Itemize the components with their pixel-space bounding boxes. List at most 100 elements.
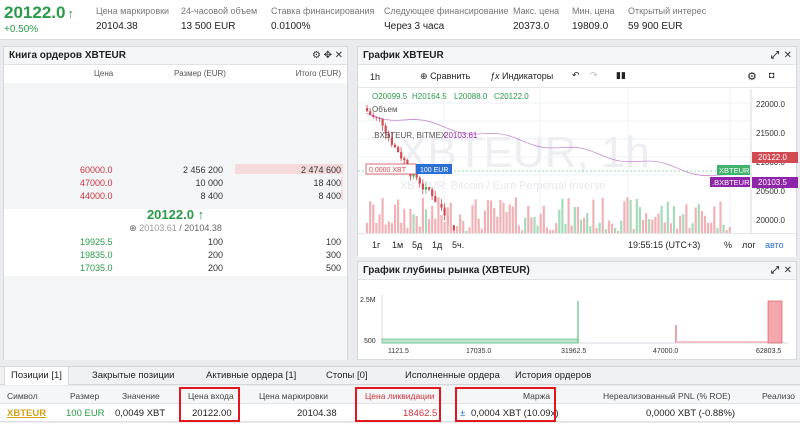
highlight-margin: [455, 387, 556, 422]
depth-chart-panel: График глубины рынка (XBTEUR) ⤢ ✕ 2.5M 50…: [357, 261, 797, 360]
ask-row[interactable]: 44000.0 8 400 8 400: [4, 190, 347, 202]
th-unrealized-pnl: Нереализованный PNL (% ROE): [603, 391, 731, 401]
chart-watermark-sub: XBTEUR: Bitcoin / Euro Perpetual Inverse: [400, 180, 605, 192]
candle-body: [393, 144, 397, 148]
stat-funding-rate: Ставка финансирования 0.0100%: [271, 6, 375, 32]
camera-icon[interactable]: ◘: [769, 70, 774, 80]
range-5d[interactable]: 5д: [412, 240, 422, 250]
volume-bar: [502, 202, 505, 237]
orderbook-last-price: 20122.0 ↑: [146, 207, 205, 222]
price-tick: 21500.0: [756, 129, 785, 138]
close-icon[interactable]: ✕: [784, 47, 792, 65]
volume-bar: [369, 201, 372, 237]
col-price: Цена: [94, 69, 114, 78]
tab-order-history[interactable]: История ордеров: [515, 367, 591, 385]
volume-bar: [626, 197, 629, 237]
ohlc-close: C20122.0: [494, 92, 529, 101]
price-tick: 22000.0: [756, 100, 785, 109]
depth-bar: [341, 190, 343, 200]
ask-depth-wall: [767, 300, 783, 344]
price-change: +0.50%: [4, 24, 39, 35]
fx-icon: ƒx: [490, 71, 500, 81]
bid-row[interactable]: 19835.0 200 300: [4, 249, 347, 261]
expand-icon[interactable]: ⤢: [771, 47, 779, 65]
ask-row[interactable]: 60000.0 2 456 200 2 474 600: [4, 164, 347, 176]
range-1m[interactable]: 1м: [392, 240, 403, 250]
stat-volume: 24-часовой объем 13 500 EUR: [181, 6, 258, 32]
close-icon[interactable]: ✕: [784, 262, 792, 280]
close-icon[interactable]: ✕: [335, 47, 343, 65]
tab-closed-positions[interactable]: Закрытые позиции: [92, 367, 174, 385]
drag-icon[interactable]: ✥: [324, 47, 332, 65]
tab-positions[interactable]: Позиции [1]: [4, 367, 69, 385]
volume-bar: [449, 202, 452, 237]
candle-body: [428, 187, 431, 190]
volume-bar: [635, 198, 638, 237]
volume-bar: [623, 201, 626, 237]
redo-icon[interactable]: ↷: [590, 70, 598, 81]
index-legend: .BXBTEUR, BITMEX: [372, 131, 447, 140]
range-1y[interactable]: 1г: [372, 240, 380, 250]
bid-row[interactable]: 19925.5 100 100: [4, 236, 347, 248]
log-toggle[interactable]: лог: [742, 240, 756, 250]
ohlc-open: O20099.5: [372, 92, 408, 101]
stat-mark-price: Цена маркировки 20104.38: [96, 6, 170, 32]
undo-icon[interactable]: ↶: [572, 70, 580, 81]
candle-body: [434, 196, 437, 203]
depth-bar: [341, 177, 343, 187]
tab-stops[interactable]: Стопы [0]: [326, 367, 368, 385]
price-chart-panel: График XBTEUR ⤢ ✕ 1h ⊕ Сравнить ƒx Индик…: [357, 46, 798, 257]
volume-bar: [629, 199, 632, 237]
bids-empty-area: [4, 276, 347, 360]
auto-toggle[interactable]: авто: [765, 240, 784, 250]
volume-bar: [490, 200, 493, 237]
depth-y-tick: 500: [364, 338, 376, 345]
volume-bar: [486, 200, 490, 237]
depth-y-tick: 2.5M: [360, 297, 376, 304]
price-chart-canvas[interactable]: XBTEUR, 1hXBTEUR: Bitcoin / Euro Perpetu…: [358, 89, 798, 257]
compare-button[interactable]: ⊕ Сравнить: [420, 71, 470, 82]
tab-filled-orders[interactable]: Исполненные ордера: [405, 367, 500, 385]
bottom-tabs: Позиции [1] Закрытые позиции Активные ор…: [0, 366, 800, 385]
bid-size: 200: [207, 263, 223, 273]
interval-button[interactable]: 1h: [370, 72, 380, 82]
bid-total: 100: [325, 237, 341, 247]
volume-bar: [719, 201, 722, 237]
expand-icon[interactable]: ⤢: [771, 262, 779, 280]
gear-icon[interactable]: ⚙: [312, 47, 321, 65]
th-value: Значение: [122, 391, 160, 401]
indicators-button[interactable]: ƒx Индикаторы: [490, 71, 553, 81]
settings-icon[interactable]: ⚙: [747, 70, 757, 83]
depth-chart-canvas[interactable]: 2.5M 500 1121.5 17035.0 31962.5 47000.0 62803.…: [358, 281, 798, 361]
bid-price: 19925.5: [80, 237, 113, 247]
ohlc-low: L20088.0: [454, 92, 488, 101]
candle-body: [431, 189, 434, 197]
price-tick: 20000.0: [756, 216, 785, 225]
range-1d[interactable]: 1д: [432, 240, 442, 250]
bxbt-price-tag: 20103.5: [758, 178, 787, 187]
th-mark-price: Цена маркировки: [259, 391, 329, 401]
candle-body: [397, 147, 400, 153]
volume-bar: [666, 201, 669, 237]
ask-size: 2 456 200: [182, 165, 223, 175]
asks-list: 60000.0 2 456 200 2 474 600 47000.0 10 000 18…: [4, 164, 347, 204]
chart-toolbar: 1h ⊕ Сравнить ƒx Индикаторы ↶ ↷ ▮▮ ⚙ ◘: [358, 66, 796, 88]
candle-body: [400, 152, 403, 159]
stat-open-interest: Открытый интерес 59 900 EUR: [628, 6, 707, 32]
percent-toggle[interactable]: %: [724, 240, 732, 250]
bid-size: 100: [207, 237, 223, 247]
volume-bar: [437, 197, 440, 237]
volume-bar: [397, 199, 400, 237]
candle-body: [424, 187, 428, 190]
bar-chart-icon[interactable]: ▮▮: [616, 70, 626, 81]
col-total: Итого (EUR): [295, 69, 341, 78]
tab-active-orders[interactable]: Активные ордера [1]: [206, 367, 296, 385]
depth-title: График глубины рынка (XBTEUR) ⤢ ✕: [358, 262, 796, 280]
bid-price: 19835.0: [80, 250, 113, 260]
buy-tag: 100 EUR: [420, 167, 448, 174]
orderbook-mark: ⊕ 20103.61 / 20104.38: [129, 223, 222, 233]
bid-row[interactable]: 17035.0 200 500: [4, 262, 347, 274]
th-realized-pnl: Реализо: [762, 391, 795, 401]
ask-row[interactable]: 47000.0 10 000 18 400: [4, 177, 347, 189]
range-5h[interactable]: 5ч.: [452, 240, 464, 250]
